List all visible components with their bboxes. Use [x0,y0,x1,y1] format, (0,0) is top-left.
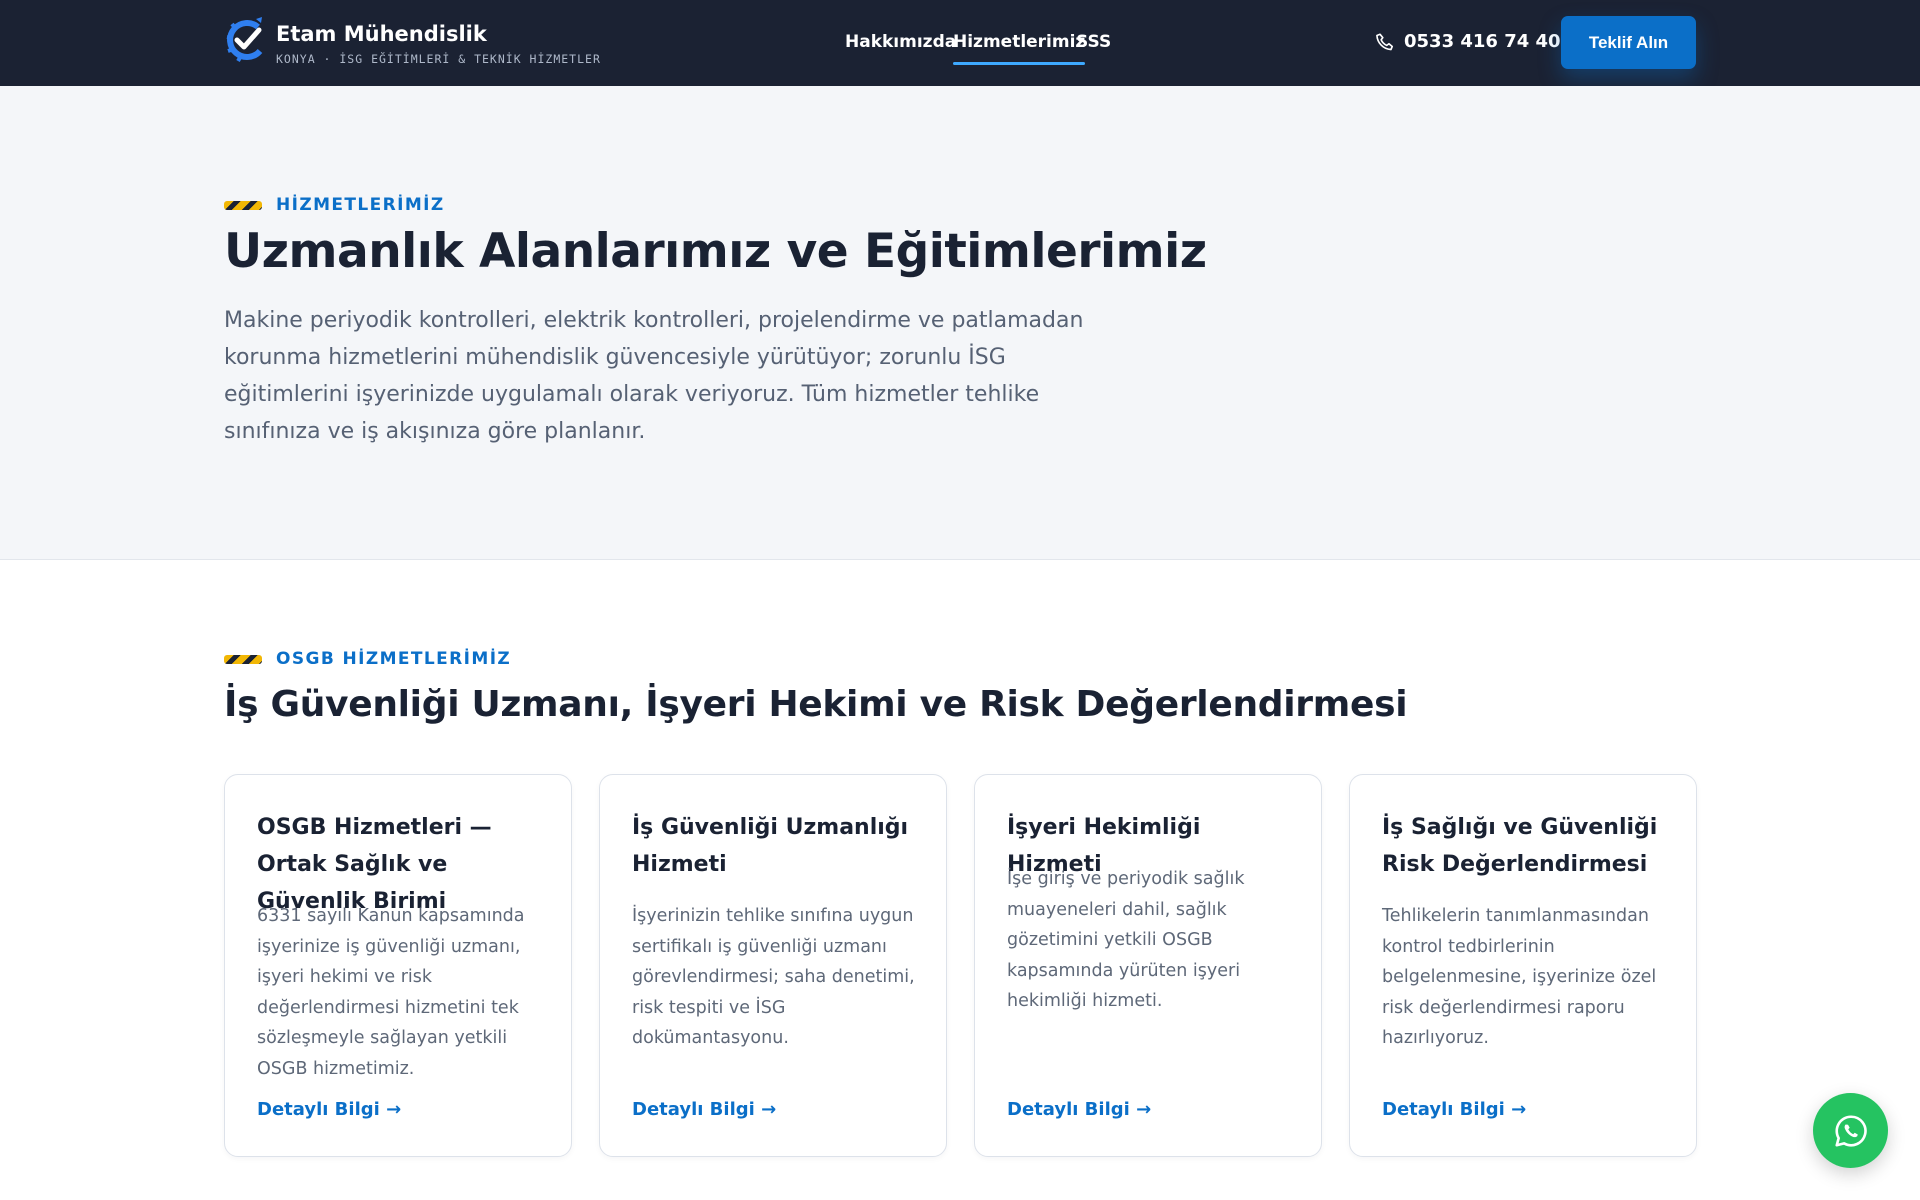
services-title: İş Güvenliği Uzmanı, İşyeri Hekimi ve Ri… [224,684,1408,725]
phone-icon[interactable] [1374,32,1396,54]
service-card-risk-assessment[interactable]: İş Sağlığı ve Güvenliği Risk Değerlendir… [1349,774,1697,1157]
service-card-workplace-doctor[interactable]: İşyeri Hekimliği Hizmeti İşe giriş ve pe… [974,774,1322,1157]
service-card-details-link[interactable]: Detaylı Bilgi → [1382,1099,1526,1120]
hero-description: Makine periyodik kontrolleri, elektrik k… [224,308,1084,444]
site-header: Etam Mühendislik KONYA · İSG EĞİTİMLERİ … [0,0,1920,86]
hazard-stripe-icon [224,200,262,210]
hero-eyebrow: HİZMETLERİMİZ [224,195,445,215]
brand-tagline: KONYA · İSG EĞİTİMLERİ & TEKNİK HİZMETLE… [276,52,601,66]
services-eyebrow-text: OSGB HİZMETLERİMİZ [276,649,512,669]
service-card-description: Tehlikelerin tanımlanmasından kontrol te… [1382,906,1657,1048]
services-eyebrow: OSGB HİZMETLERİMİZ [224,649,511,669]
service-card-details-link[interactable]: Detaylı Bilgi → [257,1099,401,1120]
nav-item-services[interactable]: Hizmetlerimiz [953,32,1086,65]
service-card-osgb[interactable]: OSGB Hizmetleri — Ortak Sağlık ve Güvenl… [224,774,572,1157]
service-card-title: İş Sağlığı ve Güvenliği Risk Değerlendir… [1382,815,1658,877]
whatsapp-icon [1834,1114,1867,1147]
hero-eyebrow-text: HİZMETLERİMİZ [276,195,445,215]
service-card-title: İş Güvenliği Uzmanlığı Hizmeti [632,815,909,877]
service-card-description: İşyerinizin tehlike sınıfına uygun serti… [632,906,915,1048]
service-card-description: İşe giriş ve periyodik sağlık muayeneler… [1007,869,1245,1011]
whatsapp-button[interactable] [1813,1093,1888,1168]
service-card-details-link[interactable]: Detaylı Bilgi → [1007,1099,1151,1120]
service-card-description: 6331 sayılı Kanun kapsamında işyerinize … [257,906,525,1079]
hazard-stripe-icon [224,654,262,664]
header-container: Etam Mühendislik KONYA · İSG EĞİTİMLERİ … [224,0,1696,86]
hero-section: HİZMETLERİMİZ Uzmanlık Alanlarımız ve Eğ… [0,86,1920,560]
service-card-safety-expert[interactable]: İş Güvenliği Uzmanlığı Hizmeti İşyeriniz… [599,774,947,1157]
phone-number-link[interactable]: 0533 416 74 40 [1404,31,1561,52]
hero-title: Uzmanlık Alanlarımız ve Eğitimlerimiz [224,224,1207,279]
service-card-details-link[interactable]: Detaylı Bilgi → [632,1099,776,1120]
brand-name[interactable]: Etam Mühendislik [276,22,487,46]
nav-item-about[interactable]: Hakkımızda [845,32,956,52]
nav-item-faq[interactable]: SSS [1076,32,1111,52]
gear-check-logo-icon[interactable] [224,15,266,65]
get-quote-button[interactable]: Teklif Alın [1561,16,1696,69]
